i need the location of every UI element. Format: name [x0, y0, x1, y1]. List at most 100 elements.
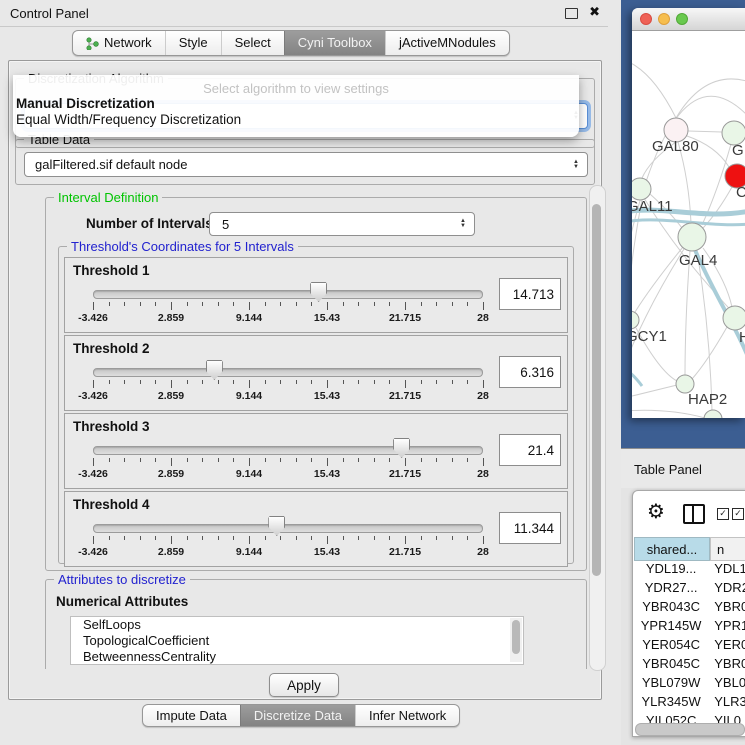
slider-track[interactable] [93, 290, 483, 299]
tab-network[interactable]: Network [73, 31, 165, 55]
threshold-value-field[interactable]: 11.344 [499, 512, 561, 544]
cell-name[interactable]: YPR1 [708, 618, 745, 637]
num-intervals-combobox[interactable]: 5 ▲▼ [209, 212, 475, 236]
popup-option-equal-width[interactable]: Equal Width/Frequency Discretization [13, 112, 579, 128]
split-view-icon[interactable] [683, 504, 705, 524]
slider-thumb[interactable] [310, 282, 327, 302]
cell-name[interactable]: YDL1 [708, 561, 745, 580]
network-node-h[interactable] [723, 306, 745, 330]
table-row[interactable]: YPR145WYPR1 [634, 618, 745, 637]
cell-name[interactable]: YLR3 [708, 694, 745, 713]
network-node-gcy1[interactable] [632, 311, 639, 329]
table-row[interactable]: YDR27...YDR2 [634, 580, 745, 599]
list-scrollbar[interactable] [510, 618, 522, 662]
minor-tick [140, 302, 141, 306]
cell-shared-name[interactable]: YLR345W [634, 694, 708, 713]
tab-discretize-data[interactable]: Discretize Data [240, 705, 355, 726]
cell-name[interactable]: YDR2 [708, 580, 745, 599]
cell-shared-name[interactable]: YDR27... [634, 580, 708, 599]
minor-tick [374, 302, 375, 306]
slider-track[interactable] [93, 368, 483, 377]
tab-select[interactable]: Select [221, 31, 284, 55]
threshold-value-field[interactable]: 14.713 [499, 278, 561, 310]
close-traffic-light[interactable] [640, 13, 652, 25]
minor-tick [311, 458, 312, 462]
vertical-scrollbar[interactable] [589, 185, 606, 671]
network-edge[interactable] [632, 385, 677, 398]
tab-impute-data[interactable]: Impute Data [143, 705, 240, 726]
apply-button[interactable]: Apply [269, 673, 339, 697]
attributes-listbox[interactable]: SelfLoopsTopologicalCoefficientBetweenne… [70, 616, 524, 665]
cell-name[interactable]: YER0 [708, 637, 745, 656]
cell-shared-name[interactable]: YPR145W [634, 618, 708, 637]
list-item[interactable]: BetweennessCentrality [71, 649, 523, 665]
network-edge[interactable] [635, 247, 683, 312]
slider-track[interactable] [93, 446, 483, 455]
network-canvas[interactable]: GAL80GCGAL11GAL4GCY1HHAP2 [632, 30, 745, 418]
slider-thumb[interactable] [268, 516, 285, 536]
threshold-value-field[interactable]: 21.4 [499, 434, 561, 466]
scrollbar-thumb[interactable] [592, 204, 601, 576]
cell-name[interactable]: YBR0 [708, 656, 745, 675]
network-edge[interactable] [632, 60, 676, 118]
tick-label: 21.715 [389, 390, 421, 402]
close-icon[interactable]: ✖ [589, 4, 600, 20]
threshold-value-field[interactable]: 6.316 [499, 356, 561, 388]
threshold-slider[interactable]: -3.4262.8599.14415.4321.71528 [93, 336, 483, 410]
table-row[interactable]: YER054CYER0 [634, 637, 745, 656]
network-edge[interactable] [632, 249, 684, 362]
slider-thumb[interactable] [393, 438, 410, 458]
slider-track[interactable] [93, 524, 483, 533]
network-window-titlebar[interactable] [632, 8, 745, 31]
cell-shared-name[interactable]: YER054C [634, 637, 708, 656]
tab-style[interactable]: Style [165, 31, 221, 55]
cell-shared-name[interactable]: YBR045C [634, 656, 708, 675]
network-node-gal4[interactable] [678, 223, 706, 251]
threshold-slider[interactable]: -3.4262.8599.14415.4321.71528 [93, 492, 483, 566]
network-edge[interactable] [688, 131, 722, 132]
combo-spinner-icon[interactable]: ▲▼ [456, 219, 470, 229]
minimize-traffic-light[interactable] [658, 13, 670, 25]
network-edge[interactable] [632, 368, 642, 386]
float-window-icon[interactable] [565, 8, 578, 19]
table-row[interactable]: YLR345WYLR3 [634, 694, 745, 713]
scrollbar-thumb[interactable] [512, 620, 520, 654]
cell-shared-name[interactable]: YBR043C [634, 599, 708, 618]
horizontal-scrollbar[interactable] [635, 723, 745, 736]
cell-shared-name[interactable]: YDL19... [634, 561, 708, 580]
network-edge[interactable] [685, 251, 690, 376]
column-header-shared-name[interactable]: shared... [634, 537, 710, 561]
table-row[interactable]: YBR043CYBR0 [634, 599, 745, 618]
tab-jactivemnodules[interactable]: jActiveMNodules [385, 31, 509, 55]
checkbox-icon[interactable]: ✓ [732, 508, 744, 520]
slider-thumb[interactable] [206, 360, 223, 380]
network-node-gal11[interactable] [632, 178, 651, 200]
network-node[interactable] [704, 410, 722, 418]
network-edge[interactable] [676, 79, 745, 118]
popup-option-manual[interactable]: Manual Discretization [13, 96, 579, 112]
table-row[interactable]: YBL079WYBL0 [634, 675, 745, 694]
network-edge[interactable] [703, 187, 732, 228]
list-item[interactable]: TopologicalCoefficient [71, 633, 523, 649]
threshold-slider[interactable]: -3.4262.8599.14415.4321.71528 [93, 258, 483, 332]
tab-infer-network[interactable]: Infer Network [355, 705, 459, 726]
cell-shared-name[interactable]: YBL079W [634, 675, 708, 694]
zoom-traffic-light[interactable] [676, 13, 688, 25]
cell-name[interactable]: YBL0 [708, 675, 745, 694]
node-label: GAL4 [679, 252, 717, 269]
tab-cyni-toolbox[interactable]: Cyni Toolbox [284, 31, 385, 55]
tick-label: -3.426 [78, 468, 108, 480]
table-data-combobox[interactable]: galFiltered.sif default node ▲▼ [24, 152, 588, 177]
table-row[interactable]: YBR045CYBR0 [634, 656, 745, 675]
gear-icon[interactable]: ⚙ [647, 499, 665, 524]
major-tick [327, 302, 328, 310]
list-item[interactable]: SelfLoops [71, 617, 523, 633]
network-view-window[interactable]: GAL80GCGAL11GAL4GCY1HHAP2 [632, 8, 745, 418]
column-header-name[interactable]: n [710, 537, 745, 561]
network-edge[interactable] [632, 410, 705, 418]
table-row[interactable]: YDL19...YDL1 [634, 561, 745, 580]
checkbox-icon[interactable]: ✓ [717, 508, 729, 520]
threshold-slider[interactable]: -3.4262.8599.14415.4321.71528 [93, 414, 483, 488]
cell-name[interactable]: YBR0 [708, 599, 745, 618]
combo-spinner-icon[interactable]: ▲▼ [569, 160, 583, 170]
